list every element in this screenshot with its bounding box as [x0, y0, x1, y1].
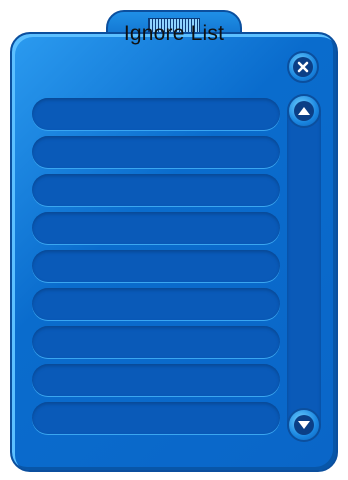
list-item[interactable]: [32, 402, 280, 434]
list-item[interactable]: [32, 364, 280, 396]
list-item[interactable]: [32, 250, 280, 282]
arrow-up-icon: [298, 107, 310, 115]
list-item[interactable]: [32, 212, 280, 244]
list-item[interactable]: [32, 288, 280, 320]
close-button[interactable]: [287, 51, 319, 83]
list-item[interactable]: [32, 98, 280, 130]
list-item[interactable]: [32, 174, 280, 206]
ignore-list: [32, 98, 280, 440]
scroll-down-button[interactable]: [287, 408, 321, 442]
window-title: Ignore List: [123, 22, 225, 45]
scroll-up-button[interactable]: [287, 94, 321, 128]
list-item[interactable]: [32, 136, 280, 168]
arrow-down-icon: [298, 421, 310, 429]
list-item[interactable]: [32, 326, 280, 358]
close-icon: [297, 61, 309, 73]
scrollbar-track[interactable]: [287, 97, 321, 441]
